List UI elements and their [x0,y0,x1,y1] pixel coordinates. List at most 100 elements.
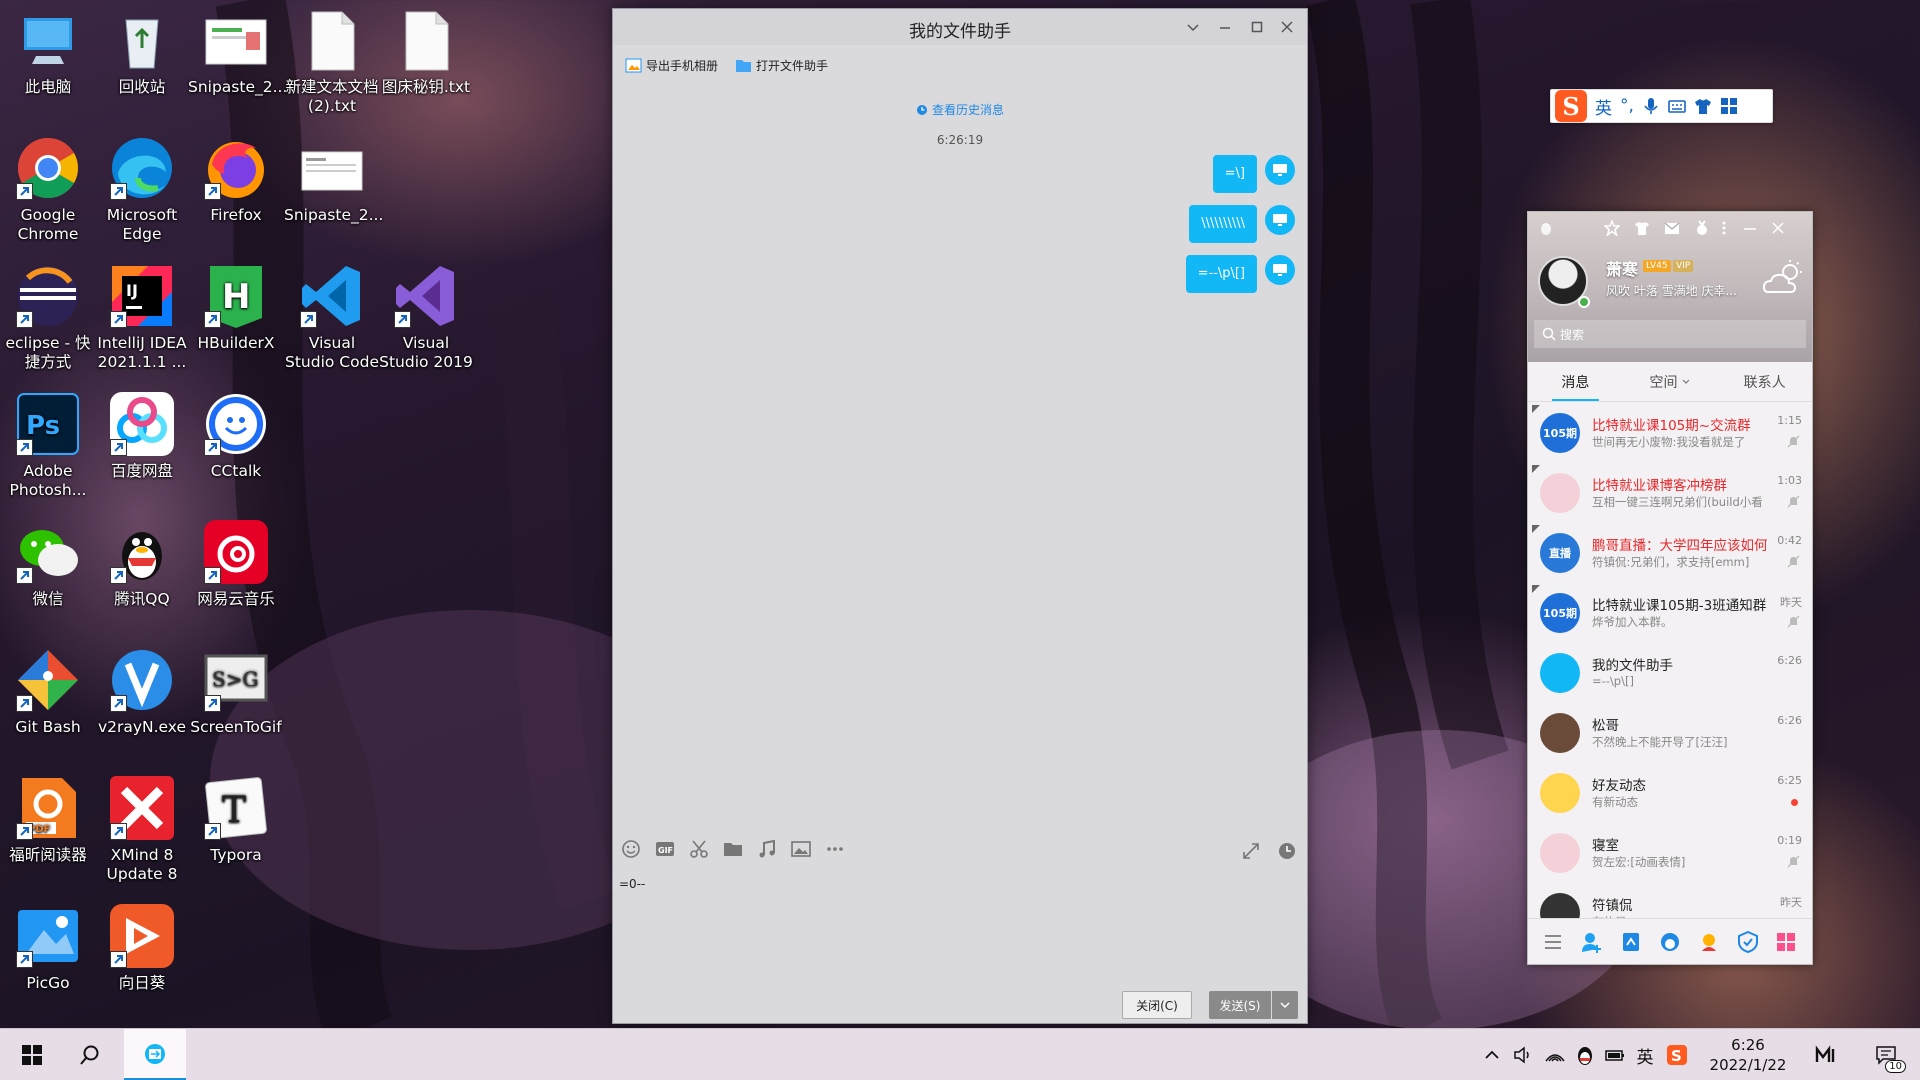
tray-ime-indicator[interactable]: 英 [1630,1029,1660,1080]
list-item[interactable]: 松哥 不然晚上不能开导了[汪汪] 6:26 [1528,703,1812,763]
tray-sogou[interactable]: S [1662,1029,1692,1080]
qq-minimize-button[interactable] [1740,218,1760,238]
desktop-icon-chrome[interactable]: Google Chrome [0,134,96,244]
list-item[interactable]: 105期 比特就业课105期-3班通知群 烨爷加入本群。 昨天 [1528,583,1812,643]
ime-mode-label[interactable]: 英 [1595,94,1612,119]
desktop-icon-edge[interactable]: Microsoft Edge [94,134,190,244]
scissors-icon[interactable] [689,839,709,859]
message-bubble[interactable]: =\] [1212,155,1257,193]
desktop-icon-sunlogin[interactable]: 向日葵 [94,902,190,993]
desktop-icon-picgo[interactable]: PicGo [0,902,96,993]
desktop-icon-typora[interactable]: T Typora [188,774,284,865]
image-icon[interactable] [791,839,811,859]
qq-close-button[interactable] [1768,218,1788,238]
export-phone-album-button[interactable]: 导出手机相册 [625,57,718,74]
open-file-helper-button[interactable]: 打开文件助手 [735,57,828,74]
menu-icon[interactable] [1542,931,1564,953]
history-clock-icon[interactable] [1277,841,1297,861]
tray-expand-button[interactable] [1476,1029,1508,1080]
tab-messages[interactable]: 消息 [1528,362,1623,401]
weather-cloud-sun-icon[interactable] [1760,256,1804,300]
volume-button[interactable] [1508,1029,1538,1080]
qq-search-input[interactable]: 搜索 [1534,320,1806,348]
tab-contacts[interactable]: 联系人 [1717,362,1812,401]
search-button[interactable] [66,1029,114,1080]
message-input[interactable]: =0-- [619,877,645,891]
system-clock[interactable]: 6:26 2022/1/22 [1700,1035,1796,1075]
qq-mail-button[interactable] [1662,218,1682,238]
tray-qq[interactable] [1570,1029,1600,1080]
skin-shirt-icon[interactable] [1694,97,1712,115]
avatar[interactable] [1265,205,1295,235]
desktop-icon-baidu-netdisk[interactable]: 百度网盘 [94,390,190,481]
desktop-icon-recycle-bin[interactable]: 回收站 [94,6,190,97]
desktop-icon-git-bash[interactable]: Git Bash [0,646,96,737]
qq-skin-button[interactable] [1632,218,1652,238]
qq-browser-icon[interactable] [1659,931,1681,953]
chat-close-button[interactable] [1275,15,1299,39]
desktop-icon-hbuilderx[interactable]: H HBuilderX [188,262,284,353]
desktop-icon-xmind[interactable]: XMind 8 Update 8 [94,774,190,884]
security-shield-icon[interactable] [1737,930,1759,953]
desktop-icon-this-pc[interactable]: 此电脑 [0,6,96,97]
desktop-icon-vscode[interactable]: Visual Studio Code [284,262,380,372]
notification-center-button[interactable]: 10 [1862,1029,1910,1080]
desktop-icon-new-text[interactable]: 新建文本文档 (2).txt [284,6,380,116]
message-bubble[interactable]: \\\\\\\\\\ [1189,205,1257,243]
desktop-icon-screentogif[interactable]: S>G ScreenToGif [188,646,284,737]
message-bubble[interactable]: =--\p\[] [1185,255,1257,293]
tray-battery[interactable] [1600,1029,1630,1080]
online-status-icon[interactable] [1578,296,1590,308]
taskbar-file-helper[interactable] [124,1029,186,1080]
network-button[interactable] [1540,1029,1570,1080]
chat-titlebar[interactable]: 我的文件助手 [613,9,1307,45]
music-note-icon[interactable] [757,839,777,859]
qq-game-icon[interactable] [1698,931,1720,953]
send-options-button[interactable] [1272,991,1298,1019]
desktop-icon-key-txt[interactable]: 图床秘钥.txt [378,6,474,97]
desktop-icon-foxit[interactable]: PDF 福昕阅读器 [0,774,96,865]
emoji-icon[interactable] [621,839,641,859]
chat-maximize-button[interactable] [1245,15,1269,39]
ime-punct-label[interactable]: °, [1620,96,1634,116]
list-item[interactable]: 直播 鹏哥直播：大学四年应该如何 符镇侃:兄弟们，求支持[emm] 0:42 [1528,523,1812,583]
desktop-icon-intellij[interactable]: IJ IntelliJ IDEA 2021.1.1 ... [94,262,190,372]
send-button[interactable]: 发送(S) [1209,991,1271,1019]
qq-signature[interactable]: 风吹 叶落 雪满地 庆幸... [1606,282,1737,299]
tab-space[interactable]: 空间 [1623,362,1718,401]
desktop-icon-qq[interactable]: 腾讯QQ [94,518,190,609]
add-friend-icon[interactable] [1581,931,1603,953]
desktop-icon-visual-studio[interactable]: Visual Studio 2019 [378,262,474,372]
view-history-link[interactable]: 查看历史消息 [613,101,1307,118]
desktop-icon-netease-music[interactable]: 网易云音乐 [188,518,284,609]
qq-favorite-button[interactable] [1602,218,1622,238]
level-badge[interactable]: LV45 [1643,260,1671,272]
list-item[interactable]: 寝室 贺左宏:[动画表情] 0:19 [1528,823,1812,883]
microphone-icon[interactable] [1642,97,1660,115]
qq-more-button[interactable] [1714,218,1734,238]
close-chat-button[interactable]: 关闭(C) [1122,991,1192,1019]
toolbox-icon[interactable] [1720,97,1738,115]
desktop-icon-cctalk[interactable]: CCtalk [188,390,284,481]
desktop-icon-wechat[interactable]: 微信 [0,518,96,609]
chat-minimize-button[interactable] [1213,15,1237,39]
avatar[interactable] [1265,155,1295,185]
list-item[interactable]: 比特就业课博客冲榜群 互相一键三连啊兄弟们(build小看 1:03 [1528,463,1812,523]
qq-nickname[interactable]: 萧寒 [1606,256,1638,280]
desktop-icon-photoshop[interactable]: Ps Adobe Photosh... [0,390,96,500]
list-item[interactable]: 好友动态 有新动态 6:25 [1528,763,1812,823]
ime-toolbar[interactable]: S 英 °, [1550,89,1773,123]
more-icon[interactable] [825,839,845,859]
list-item[interactable]: 105期 比特就业课105期~交流群 世间再无小废物:我没看就是了 1:15 [1528,403,1812,463]
keyboard-icon[interactable] [1668,97,1686,115]
desktop-icon-v2rayn[interactable]: v2rayN.exe [94,646,190,737]
desktop-icon-snipaste-1[interactable]: Snipaste_2... [188,6,287,97]
vip-badge[interactable]: VIP [1673,260,1694,272]
qq-medal-button[interactable] [1692,218,1712,238]
gif-icon[interactable]: GIF [655,839,675,859]
folder-icon[interactable] [723,839,743,859]
app-manager-icon[interactable] [1775,931,1797,953]
list-item[interactable]: 符镇侃有的是昨天 [1528,883,1812,919]
file-transfer-icon[interactable] [1620,931,1642,953]
desktop-icon-eclipse[interactable]: eclipse - 快捷方式 [0,262,96,372]
